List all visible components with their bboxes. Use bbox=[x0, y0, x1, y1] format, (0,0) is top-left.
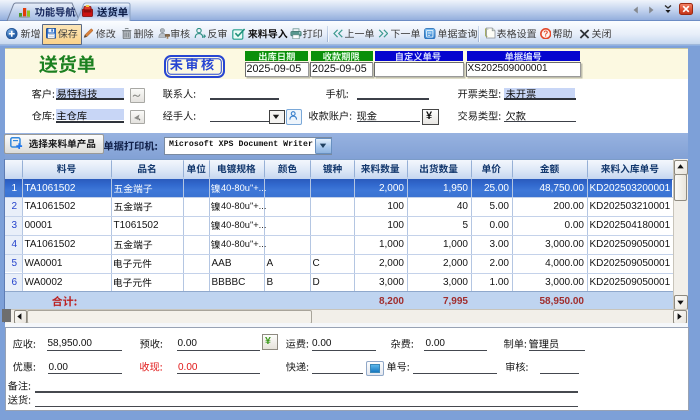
svg-text:?: ? bbox=[543, 29, 548, 38]
